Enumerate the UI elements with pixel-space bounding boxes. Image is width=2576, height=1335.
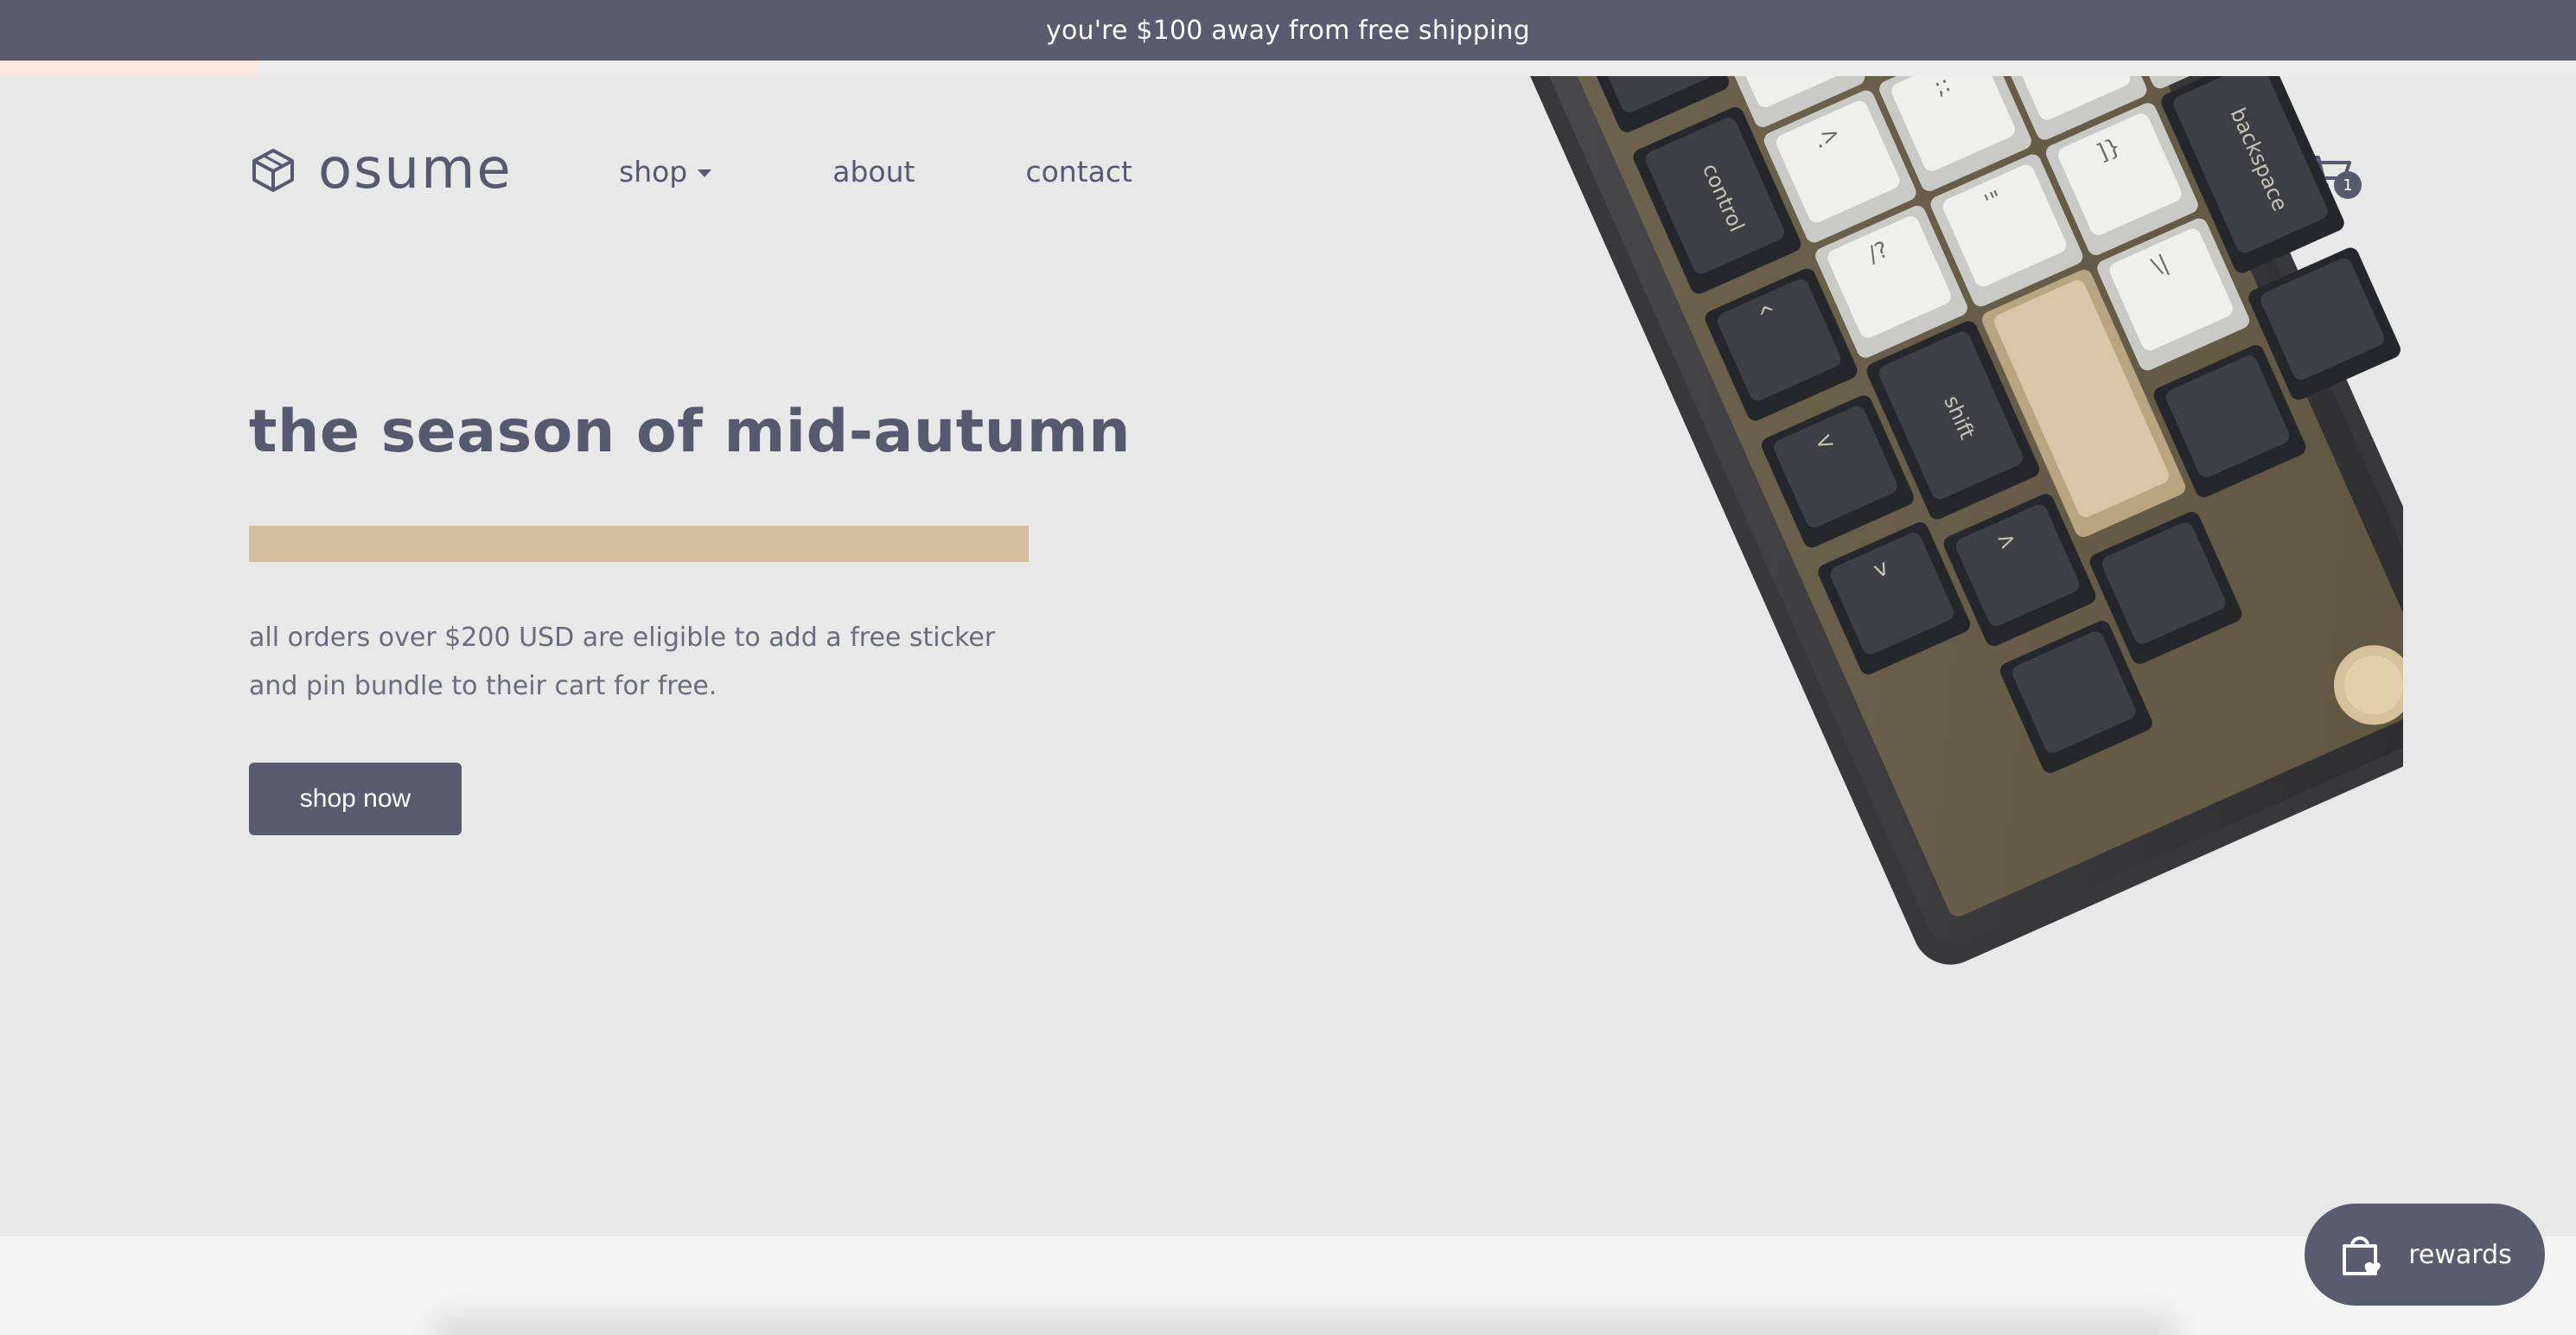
logo[interactable]: osume <box>249 137 513 201</box>
nav-contact[interactable]: contact <box>1025 155 1132 188</box>
rewards-button[interactable]: rewards <box>2305 1204 2545 1306</box>
main-nav: shop about contact <box>619 147 1132 195</box>
rewards-label: rewards <box>2408 1239 2512 1270</box>
keyboard-product-image: MKO0),<LP-_.>;:[{=+/?'"]}\|controlshiftb… <box>1418 76 2403 1044</box>
shop-now-button[interactable]: shop now <box>249 763 462 835</box>
nav-shop[interactable]: shop <box>619 154 712 188</box>
card-shadow <box>432 1314 2178 1335</box>
box-logo-icon <box>252 149 294 192</box>
nav-about[interactable]: about <box>832 155 915 188</box>
shipping-progress-bar <box>0 61 2576 76</box>
nav-contact-label: contact <box>1025 154 1132 188</box>
hero-description: all orders over $200 USD are eligible to… <box>249 623 996 701</box>
nav-about-label: about <box>832 154 915 188</box>
announcement-text: you're $100 away from free shipping <box>1045 15 1530 46</box>
nav-shop-label: shop <box>619 154 688 188</box>
logo-text: osume <box>318 137 513 201</box>
shipping-progress-fill <box>0 61 258 76</box>
caret-down-icon <box>698 169 712 177</box>
hero-accent-bar <box>249 526 1029 562</box>
hero-title: the season of mid-autumn <box>249 398 1131 466</box>
announcement-bar: you're $100 away from free shipping <box>0 0 2576 61</box>
keyboard-illustration: MKO0),<LP-_.>;:[{=+/?'"]}\|controlshiftb… <box>1507 76 2403 965</box>
shopping-bag-heart-icon <box>2343 1236 2382 1275</box>
